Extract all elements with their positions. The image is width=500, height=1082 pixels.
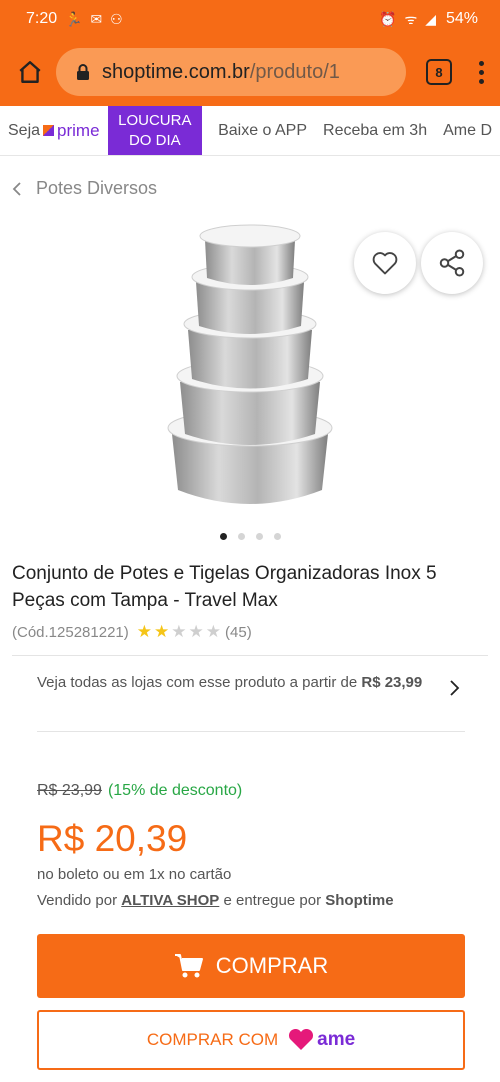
all-stores-text: Veja todas as lojas com esse produto a p… bbox=[37, 674, 358, 691]
url-path: /produto/1 bbox=[249, 60, 340, 83]
nav-item-receba-3h[interactable]: Receba em 3h bbox=[315, 122, 435, 140]
home-icon bbox=[19, 61, 41, 83]
star-empty-icon: ★ bbox=[171, 622, 187, 641]
prime-logo-icon bbox=[43, 125, 55, 136]
current-price: R$ 20,39 bbox=[37, 818, 188, 859]
discount-badge: (15% de desconto) bbox=[107, 782, 243, 799]
star-filled-icon: ★ bbox=[154, 622, 170, 641]
buy-button[interactable]: COMPRAR bbox=[37, 934, 465, 998]
ame-logo-text: ame bbox=[317, 1029, 356, 1050]
sold-by-prefix: Vendido por bbox=[37, 892, 118, 909]
chevron-left-icon bbox=[12, 181, 21, 196]
rating-row: (Cód.125281221) ★ ★ ★ ★ ★ (45) bbox=[12, 622, 252, 642]
tab-switcher-button[interactable]: 8 bbox=[426, 59, 452, 85]
url-domain: shoptime.com.br bbox=[102, 60, 250, 83]
carousel-dot[interactable] bbox=[219, 533, 227, 540]
ame-heart-icon bbox=[289, 1029, 314, 1050]
carousel-dot[interactable] bbox=[237, 533, 245, 540]
chevron-right-icon[interactable] bbox=[448, 678, 460, 698]
loucura-line2: DO DIA bbox=[128, 131, 181, 149]
browser-toolbar: shoptime.com.br/produto/1 8 bbox=[0, 38, 500, 106]
loucura-line1: LOUCURA bbox=[118, 111, 192, 129]
status-bar: 7:20 🏃 ✉ ⚇ ⏰ ᯤ ◢ 54% bbox=[0, 0, 500, 38]
lock-icon bbox=[77, 64, 89, 80]
notification-icons: 🏃 ✉ ⚇ bbox=[65, 10, 125, 27]
nav-item-prime[interactable]: Seja prime bbox=[0, 121, 108, 141]
star-empty-icon: ★ bbox=[188, 622, 204, 641]
seller-link[interactable]: ALTIVA SHOP bbox=[121, 892, 219, 909]
promo-nav: Seja prime LOUCURA DO DIA Baixe o APP Re… bbox=[0, 106, 500, 156]
product-title: Conjunto de Potes e Tigelas Organizadora… bbox=[12, 563, 437, 611]
battery-level: 54% bbox=[445, 10, 478, 27]
old-price: R$ 23,99 bbox=[37, 782, 102, 799]
status-time: 7:20 bbox=[26, 10, 58, 27]
shipper-name: Shoptime bbox=[325, 892, 394, 909]
nav-item-baixe-app[interactable]: Baixe o APP bbox=[210, 122, 315, 140]
breadcrumb-label: Potes Diversos bbox=[36, 178, 158, 198]
divider bbox=[37, 731, 465, 732]
seller-info: Vendido por ALTIVA SHOP e entregue por S… bbox=[37, 892, 394, 909]
all-stores-link[interactable]: Veja todas as lojas com esse produto a p… bbox=[37, 674, 467, 691]
nav-item-loucura-do-dia[interactable]: LOUCURA DO DIA bbox=[107, 106, 203, 155]
carousel-dot[interactable] bbox=[255, 533, 263, 540]
favorite-button[interactable] bbox=[354, 232, 416, 294]
delivered-by: e entregue por bbox=[223, 892, 322, 909]
address-bar[interactable]: shoptime.com.br/produto/1 bbox=[56, 48, 406, 96]
product-image[interactable] bbox=[160, 222, 340, 514]
breadcrumb[interactable]: Potes Diversos bbox=[12, 178, 157, 199]
price-old-row: R$ 23,99 (15% de desconto) bbox=[37, 782, 242, 800]
share-button[interactable] bbox=[421, 232, 483, 294]
product-code: (Cód.125281221) bbox=[12, 623, 129, 641]
ame-logo: ame bbox=[288, 1029, 355, 1051]
overflow-menu-icon[interactable] bbox=[474, 60, 488, 84]
all-stores-price: R$ 23,99 bbox=[361, 674, 423, 691]
prime-prefix: Seja bbox=[8, 121, 41, 139]
image-carousel-dots bbox=[0, 533, 500, 540]
cart-icon bbox=[174, 954, 203, 978]
heart-icon bbox=[372, 252, 398, 275]
prime-label: prime bbox=[57, 120, 100, 140]
home-button[interactable] bbox=[12, 54, 48, 90]
share-icon bbox=[439, 249, 465, 277]
signal-icons: ⏰ ᯤ ◢ bbox=[379, 10, 438, 27]
star-empty-icon: ★ bbox=[205, 622, 222, 641]
review-count[interactable]: (45) bbox=[225, 624, 252, 641]
nav-item-ame[interactable]: Ame D bbox=[435, 122, 500, 140]
carousel-dot[interactable] bbox=[273, 533, 281, 540]
buy-with-ame-button[interactable]: COMPRAR COM ame bbox=[37, 1010, 465, 1070]
divider bbox=[12, 655, 488, 656]
star-filled-icon: ★ bbox=[136, 622, 153, 641]
rating-stars[interactable]: ★ ★ ★ ★ ★ bbox=[137, 622, 221, 642]
buy-ame-label: COMPRAR COM bbox=[146, 1030, 279, 1049]
buy-button-label: COMPRAR bbox=[215, 953, 329, 978]
payment-note: no boleto ou em 1x no cartão bbox=[37, 866, 232, 883]
